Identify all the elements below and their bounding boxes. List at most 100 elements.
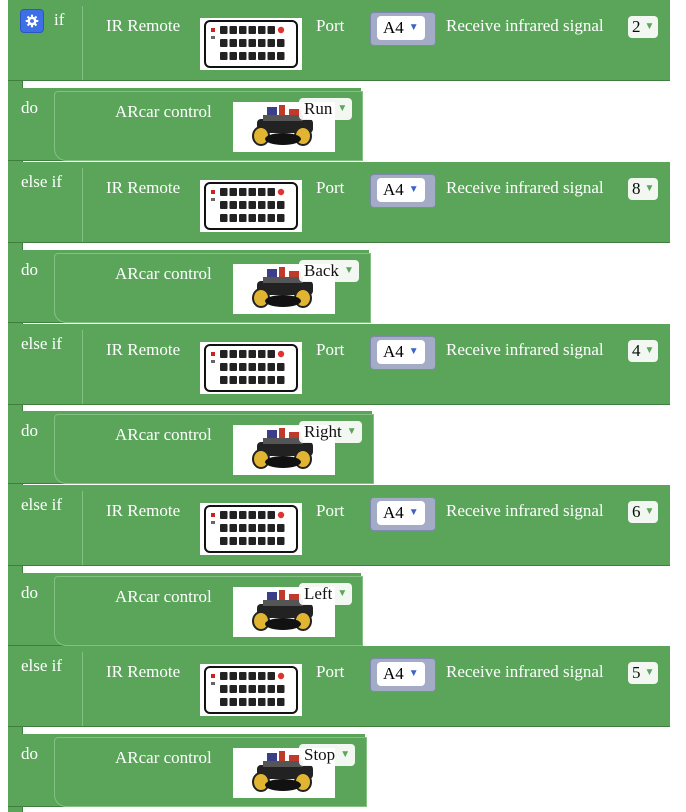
action-dropdown[interactable]: Left ▼ [299,583,353,605]
ir-remote-label: IR Remote [106,501,181,520]
condition-row: else if IR Remote Port A4 ▼ Receive infr… [8,324,670,405]
signal-dropdown[interactable]: 6 ▼ [628,501,659,523]
port-input: A4 ▼ [370,658,436,692]
ir-remote-image [200,18,302,70]
do-row: do ARcar control Right ▼ [8,411,374,484]
action-value: Left [304,584,333,603]
arcar-control-block[interactable]: ARcar control Left ▼ [54,576,363,646]
action-value: Right [304,422,342,441]
port-value: A4 [383,664,404,683]
signal-dropdown[interactable]: 8 ▼ [628,178,659,200]
dropdown-triangle-icon: ▼ [340,749,351,760]
keyword-label: else if [21,172,63,191]
do-keyword-label: do [21,421,38,440]
arcar-control-label: ARcar control [115,587,212,606]
dropdown-triangle-icon: ▼ [337,103,348,114]
value-input-slot [82,168,101,242]
port-value: A4 [383,342,404,361]
action-value: Back [304,261,339,280]
do-row: do ARcar control Run ▼ [8,88,363,161]
keyword-label: else if [21,334,63,353]
action-dropdown[interactable]: Back ▼ [299,260,359,282]
gear-icon[interactable] [20,9,44,33]
condition-row: if IR Remote Port A4 ▼ Receive infrared … [8,0,670,81]
ir-remote-image [200,180,302,232]
signal-dropdown[interactable]: 5 ▼ [628,662,659,684]
port-label: Port [316,662,345,681]
dropdown-triangle-icon: ▼ [408,184,419,195]
do-keyword-label: do [21,98,38,117]
dropdown-triangle-icon: ▼ [408,507,419,518]
action-value: Run [304,99,333,118]
ir-remote-label: IR Remote [106,178,181,197]
ir-remote-label: IR Remote [106,340,181,359]
dropdown-triangle-icon: ▼ [644,667,655,678]
dropdown-triangle-icon: ▼ [644,506,655,517]
dropdown-triangle-icon: ▼ [644,345,655,356]
port-input: A4 ▼ [370,174,436,208]
do-keyword-label: do [21,744,38,763]
arcar-control-block[interactable]: ARcar control Back ▼ [54,253,371,323]
dropdown-triangle-icon: ▼ [408,346,419,357]
dropdown-triangle-icon: ▼ [644,183,655,194]
arcar-control-label: ARcar control [115,748,212,767]
ir-remote-image [200,342,302,394]
do-keyword-label: do [21,260,38,279]
arcar-control-block[interactable]: ARcar control Stop ▼ [54,737,367,807]
port-dropdown[interactable]: A4 ▼ [377,340,425,364]
receive-signal-label: Receive infrared signal [446,16,604,35]
port-value: A4 [383,503,404,522]
port-label: Port [316,16,345,35]
action-dropdown[interactable]: Run ▼ [299,98,353,120]
port-dropdown[interactable]: A4 ▼ [377,501,425,525]
dropdown-triangle-icon: ▼ [644,21,655,32]
dropdown-triangle-icon: ▼ [346,426,357,437]
condition-row: else if IR Remote Port A4 ▼ Receive infr… [8,485,670,566]
arcar-control-label: ARcar control [115,102,212,121]
port-dropdown[interactable]: A4 ▼ [377,16,425,40]
signal-dropdown[interactable]: 2 ▼ [628,16,659,38]
keyword-label: else if [21,495,63,514]
receive-signal-label: Receive infrared signal [446,501,604,520]
receive-signal-label: Receive infrared signal [446,178,604,197]
port-label: Port [316,178,345,197]
arcar-control-label: ARcar control [115,264,212,283]
value-input-slot [82,6,101,80]
signal-dropdown[interactable]: 4 ▼ [628,340,659,362]
receive-signal-label: Receive infrared signal [446,662,604,681]
action-dropdown[interactable]: Stop ▼ [299,744,356,766]
port-label: Port [316,501,345,520]
do-row: do ARcar control Left ▼ [8,573,363,646]
do-row: do ARcar control Stop ▼ [8,734,367,807]
arcar-control-block[interactable]: ARcar control Run ▼ [54,91,363,161]
arcar-control-label: ARcar control [115,425,212,444]
ir-remote-image [200,664,302,716]
port-dropdown[interactable]: A4 ▼ [377,178,425,202]
signal-value: 8 [632,179,641,198]
port-input: A4 ▼ [370,12,436,46]
dropdown-triangle-icon: ▼ [408,22,419,33]
condition-row: else if IR Remote Port A4 ▼ Receive infr… [8,646,670,727]
arcar-control-block[interactable]: ARcar control Right ▼ [54,414,374,484]
port-input: A4 ▼ [370,336,436,370]
port-input: A4 ▼ [370,497,436,531]
port-value: A4 [383,180,404,199]
value-input-slot [82,652,101,726]
signal-value: 6 [632,502,641,521]
keyword-label: else if [21,656,63,675]
do-row: do ARcar control Back ▼ [8,250,371,323]
condition-row: else if IR Remote Port A4 ▼ Receive infr… [8,162,670,243]
ir-remote-label: IR Remote [106,662,181,681]
dropdown-triangle-icon: ▼ [343,265,354,276]
dropdown-triangle-icon: ▼ [408,668,419,679]
signal-value: 5 [632,663,641,682]
value-input-slot [82,491,101,565]
keyword-label: if [54,10,65,29]
signal-value: 2 [632,17,641,36]
action-dropdown[interactable]: Right ▼ [299,421,362,443]
value-input-slot [82,330,101,404]
do-keyword-label: do [21,583,38,602]
ir-remote-image [200,503,302,555]
port-label: Port [316,340,345,359]
port-dropdown[interactable]: A4 ▼ [377,662,425,686]
